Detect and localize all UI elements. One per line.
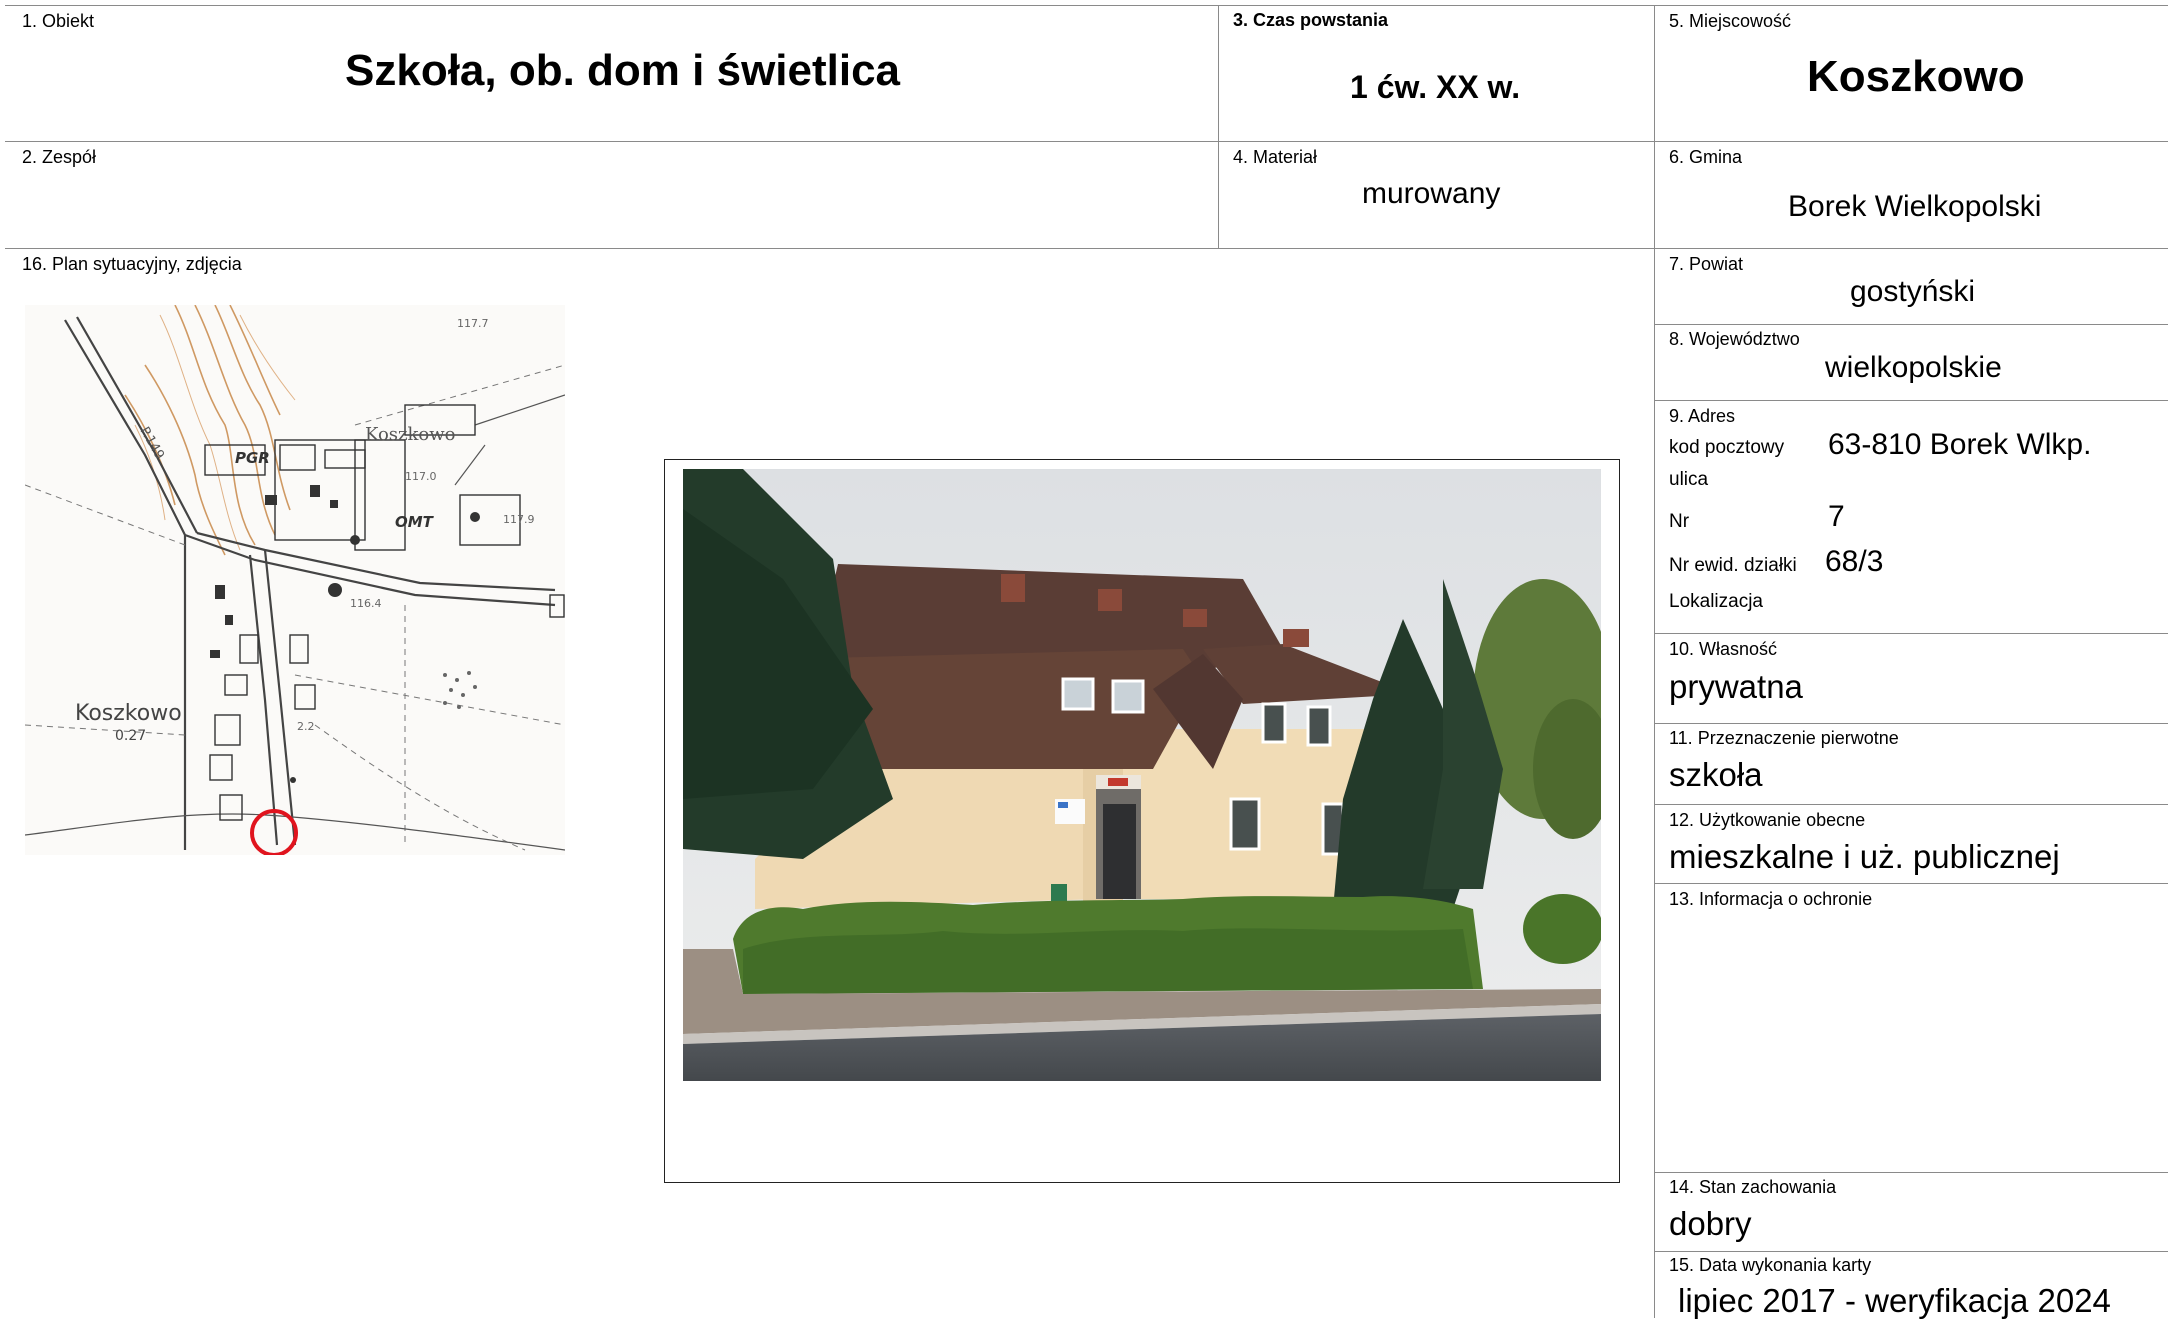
rule-right-1 bbox=[1654, 324, 2168, 325]
przeznaczenie-value: szkoła bbox=[1669, 756, 1763, 793]
rule-right-7 bbox=[1654, 1172, 2168, 1173]
wojewodztwo-value: wielkopolskie bbox=[1825, 351, 2002, 384]
powiat-label: 7. Powiat bbox=[1669, 254, 1744, 274]
plan-label: 16. Plan sytuacyjny, zdjęcia bbox=[22, 254, 242, 274]
obiekt-value: Szkoła, ob. dom i świetlica bbox=[345, 46, 901, 95]
rule-row2 bbox=[5, 248, 2168, 249]
data-value: lipiec 2017 - weryfikacja 2024 bbox=[1678, 1282, 2111, 1319]
kod-value: 63-810 Borek Wlkp. bbox=[1828, 428, 2092, 461]
wlasnosc-value: prywatna bbox=[1669, 668, 1803, 705]
miejscowosc-value: Koszkowo bbox=[1807, 52, 2025, 101]
miejscowosc-label: 5. Miejscowość bbox=[1669, 11, 1792, 31]
kod-label: kod pocztowy bbox=[1669, 437, 1785, 458]
stan-value: dobry bbox=[1669, 1205, 1752, 1242]
rule-right-2 bbox=[1654, 400, 2168, 401]
building-photo bbox=[683, 469, 1601, 1081]
rule-right-3 bbox=[1654, 633, 2168, 634]
adres-label: 9. Adres bbox=[1669, 406, 1736, 426]
rule-right-6 bbox=[1654, 883, 2168, 884]
gmina-value: Borek Wielkopolski bbox=[1788, 190, 2042, 223]
rule-top bbox=[5, 5, 2168, 6]
rule-row1 bbox=[5, 141, 2168, 142]
rule-right-5 bbox=[1654, 804, 2168, 805]
map-label-village-north: Koszkowo bbox=[365, 424, 456, 445]
czas-value: 1 ćw. XX w. bbox=[1350, 69, 1521, 105]
material-value: murowany bbox=[1362, 177, 1501, 210]
situation-map: Koszkowo Koszkowo 0.27 PGR OMT P.149 117… bbox=[25, 305, 565, 855]
map-spot-2: 117.9 bbox=[503, 513, 535, 526]
map-spot-4: 117.0 bbox=[405, 470, 437, 483]
map-label-omt: OMT bbox=[395, 513, 435, 531]
map-spot-3: 116.4 bbox=[350, 597, 382, 610]
wojewodztwo-label: 8. Województwo bbox=[1669, 329, 1800, 349]
obiekt-label: 1. Obiekt bbox=[22, 11, 95, 31]
stan-label: 14. Stan zachowania bbox=[1669, 1177, 1837, 1197]
uzytkowanie-value: mieszkalne i uż. publicznej bbox=[1669, 838, 2060, 875]
zespol-label: 2. Zespół bbox=[22, 147, 97, 167]
material-label: 4. Materiał bbox=[1233, 147, 1318, 167]
rule-right-8 bbox=[1654, 1251, 2168, 1252]
map-label-village-south: Koszkowo bbox=[75, 701, 182, 726]
nr-value: 7 bbox=[1828, 500, 1845, 533]
czas-label: 3. Czas powstania bbox=[1233, 10, 1389, 30]
nr-label: Nr bbox=[1669, 511, 1690, 532]
ulica-label: ulica bbox=[1669, 469, 1709, 490]
map-spot-1: 117.7 bbox=[457, 317, 489, 330]
data-label: 15. Data wykonania karty bbox=[1669, 1255, 1872, 1275]
gmina-label: 6. Gmina bbox=[1669, 147, 1743, 167]
map-label-pgr: PGR bbox=[235, 449, 270, 467]
rule-col-a bbox=[1218, 5, 1219, 248]
dzialka-value: 68/3 bbox=[1825, 545, 1884, 578]
map-spot-5: 2.2 bbox=[297, 720, 315, 733]
lokalizacja-label: Lokalizacja bbox=[1669, 591, 1763, 612]
powiat-value: gostyński bbox=[1850, 275, 1976, 308]
rule-col-b bbox=[1654, 5, 1655, 1318]
map-label-sub: 0.27 bbox=[115, 728, 146, 744]
wlasnosc-label: 10. Własność bbox=[1669, 639, 1778, 659]
uzytkowanie-label: 12. Użytkowanie obecne bbox=[1669, 810, 1866, 830]
dzialka-label: Nr ewid. działki bbox=[1669, 555, 1797, 576]
ochrona-label: 13. Informacja o ochronie bbox=[1669, 889, 1873, 909]
rule-right-4 bbox=[1654, 723, 2168, 724]
przeznaczenie-label: 11. Przeznaczenie pierwotne bbox=[1669, 728, 1899, 748]
